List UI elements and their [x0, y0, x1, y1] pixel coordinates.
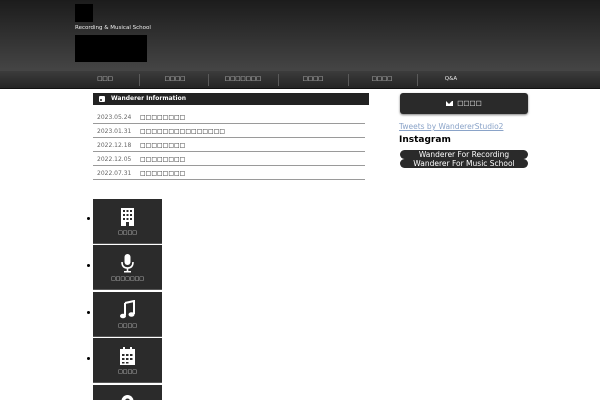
nav-separator	[417, 74, 418, 86]
news-date: 2022.12.18	[97, 142, 132, 149]
menu-tile-label: □□□□	[118, 369, 137, 375]
news-title[interactable]: □□□□□□□□	[140, 142, 185, 149]
nav-separator	[278, 74, 279, 86]
news-item[interactable]: 2022.12.18 □□□□□□□□	[93, 138, 365, 152]
menu-tile-music[interactable]: □□□□	[93, 292, 162, 337]
news-item[interactable]: 2022.12.05 □□□□□□□□	[93, 152, 365, 166]
list-bullet	[87, 357, 90, 360]
nav-item-1[interactable]: □□□	[76, 71, 134, 89]
microphone-icon	[121, 254, 134, 273]
contact-button[interactable]: □□□□	[400, 93, 528, 114]
instagram-heading: Instagram	[399, 135, 451, 145]
news-item[interactable]: 2022.07.31 □□□□□□□□	[93, 166, 365, 180]
contact-button-label: □□□□	[457, 99, 482, 107]
menu-tile-building[interactable]: □□□□	[93, 199, 162, 244]
site-tagline: Recording & Musical School	[75, 25, 151, 31]
news-date: 2022.07.31	[97, 170, 132, 177]
logo-mark[interactable]	[75, 4, 93, 22]
nav-item-2[interactable]: □□□□	[146, 71, 204, 89]
site-logo[interactable]	[75, 35, 147, 62]
building-icon	[121, 208, 134, 226]
menu-tile-label: □□□□	[118, 323, 137, 329]
menu-tile-partial[interactable]	[93, 385, 162, 400]
rss-icon[interactable]	[99, 96, 105, 102]
menu-tile-label: □□□□□□□	[110, 276, 145, 282]
nav-item-4[interactable]: □□□□	[284, 71, 342, 89]
news-title[interactable]: □□□□□□□□	[140, 170, 185, 177]
calendar-icon	[120, 347, 135, 365]
news-item[interactable]: 2023.01.31 □□□□□□□□□□□□□□□	[93, 124, 365, 138]
page: Recording & Musical School □□□ □□□□ □□□□…	[0, 0, 600, 400]
list-bullet	[87, 264, 90, 267]
nav-item-5[interactable]: □□□□	[353, 71, 411, 89]
menu-tile-calendar[interactable]: □□□□	[93, 338, 162, 383]
nav-separator	[348, 74, 349, 86]
nav-separator	[208, 74, 209, 86]
news-title[interactable]: □□□□□□□□	[140, 156, 185, 163]
news-title[interactable]: □□□□□□□□	[140, 114, 185, 121]
news-item[interactable]: 2023.05.24 □□□□□□□□	[93, 110, 365, 124]
info-panel-header: Wanderer Information	[93, 93, 369, 105]
tweets-link[interactable]: Tweets by WandererStudio2	[399, 122, 503, 131]
list-bullet	[87, 217, 90, 220]
news-date: 2023.05.24	[97, 114, 132, 121]
nav-item-3[interactable]: □□□□□□□	[214, 71, 272, 89]
news-title[interactable]: □□□□□□□□□□□□□□□	[140, 128, 225, 135]
main-nav: □□□ □□□□ □□□□□□□ □□□□ □□□□ Q&A	[0, 71, 600, 89]
instagram-link-music-school[interactable]: Wanderer For Music School	[400, 159, 528, 168]
nav-item-qa[interactable]: Q&A	[422, 71, 480, 89]
news-date: 2022.12.05	[97, 156, 132, 163]
envelope-icon	[446, 100, 454, 106]
location-pin-icon	[121, 395, 134, 400]
list-bullet	[87, 311, 90, 314]
instagram-link-recording[interactable]: Wanderer For Recording	[400, 150, 528, 159]
music-note-icon	[120, 300, 135, 319]
info-panel-title: Wanderer Information	[111, 95, 186, 102]
menu-tile-label: □□□□	[118, 230, 137, 236]
menu-tile-microphone[interactable]: □□□□□□□	[93, 245, 162, 290]
news-date: 2023.01.31	[97, 128, 132, 135]
site-header: Recording & Musical School	[0, 0, 600, 71]
nav-separator	[139, 74, 140, 86]
